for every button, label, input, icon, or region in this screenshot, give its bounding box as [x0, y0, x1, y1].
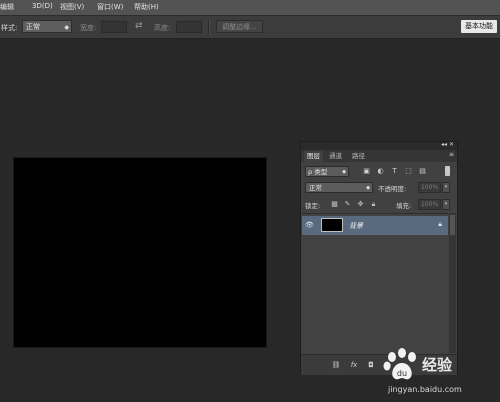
menu-3d[interactable]: 3D(D) [32, 2, 53, 10]
swap-arrows-icon[interactable]: ⇄ [135, 21, 143, 31]
image-filter-icon[interactable]: ▣ [362, 167, 371, 176]
tab-paths[interactable]: 路径 [349, 151, 368, 162]
panel-tabs: 图层 通道 路径 ≡ [301, 150, 457, 162]
fx-icon[interactable]: fx [349, 360, 359, 370]
layers-panel: ◂◂ ✕ 图层 通道 路径 ≡ ρ 类型 ◆ ▣ ◐ T ⬚ ▤ 正常 ◆ 不透… [300, 141, 458, 375]
shape-filter-icon[interactable]: ⬚ [404, 167, 413, 176]
scroll-thumb[interactable] [450, 215, 455, 235]
eye-icon[interactable]: 👁︎ [304, 220, 315, 231]
svg-text:du: du [397, 369, 407, 378]
menu-view[interactable]: 视图(V) [60, 2, 84, 12]
panel-menu-icon[interactable]: ≡ [449, 151, 454, 158]
panel-title-bar[interactable]: ◂◂ ✕ [301, 141, 457, 150]
type-filter-icon[interactable]: T [390, 167, 399, 176]
height-label: 高度: [154, 24, 171, 32]
fill-field[interactable]: 100% [418, 199, 441, 210]
filter-kind-label: ρ 类型 [308, 168, 328, 176]
menu-bar: 编辑 3D(D) 视图(V) 窗口(W) 帮助(H) [0, 0, 500, 16]
opacity-label: 不透明度: [378, 185, 407, 193]
style-select-value: 正常 [26, 23, 40, 31]
adjustment-filter-icon[interactable]: ◐ [376, 167, 385, 176]
layer-filter-row: ρ 类型 ◆ ▣ ◐ T ⬚ ▤ [305, 166, 455, 178]
options-bar: 样式: 正常 ◆ 宽度: ⇄ 高度: 调整边缘... 基本功能 [0, 16, 500, 39]
lock-row: 锁定: ▩ ✎ ✥ 🔒︎ 填充: 100% ▾ [305, 199, 455, 211]
collapse-icon[interactable]: ◂◂ [441, 141, 447, 148]
lock-brush-icon[interactable]: ✎ [343, 199, 352, 209]
menu-window[interactable]: 窗口(W) [97, 2, 123, 12]
opacity-dropdown-icon[interactable]: ▾ [442, 182, 450, 193]
layer-list-scrollbar[interactable] [449, 213, 456, 353]
width-field[interactable] [101, 21, 127, 33]
close-icon[interactable]: ✕ [449, 141, 454, 148]
lock-all-icon[interactable]: 🔒︎ [369, 199, 378, 209]
lock-move-icon[interactable]: ✥ [356, 199, 365, 209]
blend-row: 正常 ◆ 不透明度: 100% ▾ [305, 182, 455, 194]
style-select[interactable]: 正常 ◆ [22, 20, 72, 33]
paw-logo-icon: du [383, 348, 416, 380]
filter-kind-select[interactable]: ρ 类型 ◆ [305, 166, 349, 177]
chevron-updown-icon: ◆ [342, 169, 346, 175]
fill-label: 填充: [396, 202, 412, 210]
watermark-brand: 经验 [422, 356, 453, 374]
document-canvas[interactable] [13, 157, 267, 348]
layer-row-background[interactable]: 👁︎ 背景 🔒︎ [302, 216, 448, 235]
menu-edit[interactable]: 编辑 [0, 2, 14, 12]
layer-list: 👁︎ 背景 🔒︎ [302, 213, 448, 354]
smart-object-filter-icon[interactable]: ▤ [418, 167, 427, 176]
height-field[interactable] [176, 21, 202, 33]
layer-name[interactable]: 背景 [349, 221, 363, 231]
toolbar-separator [208, 20, 210, 34]
opacity-field[interactable]: 100% [418, 182, 441, 193]
refine-edge-button[interactable]: 调整边缘... [216, 20, 263, 33]
layer-thumbnail [321, 218, 343, 232]
lock-label: 锁定: [305, 202, 321, 210]
width-label: 宽度: [80, 24, 97, 32]
filter-toggle[interactable] [445, 166, 450, 176]
tab-channels[interactable]: 通道 [326, 151, 345, 162]
blend-mode-value: 正常 [309, 184, 322, 192]
add-mask-icon[interactable]: ◘ [366, 360, 376, 370]
chevron-updown-icon: ◆ [64, 24, 69, 31]
chevron-updown-icon: ◆ [366, 185, 370, 191]
menu-help[interactable]: 帮助(H) [134, 2, 159, 12]
workspace-button[interactable]: 基本功能 [461, 20, 497, 33]
lock-transparent-icon[interactable]: ▩ [330, 199, 339, 209]
fill-dropdown-icon[interactable]: ▾ [442, 199, 450, 210]
watermark: du 经验 jingyan.baidu.com [382, 346, 500, 402]
lock-icon: 🔒︎ [438, 220, 442, 228]
blend-mode-select[interactable]: 正常 ◆ [305, 182, 373, 193]
tab-layers[interactable]: 图层 [304, 151, 323, 162]
watermark-url: jingyan.baidu.com [388, 385, 462, 394]
style-label: 样式: [1, 24, 18, 32]
link-layers-icon[interactable]: ⛓ [331, 360, 341, 370]
